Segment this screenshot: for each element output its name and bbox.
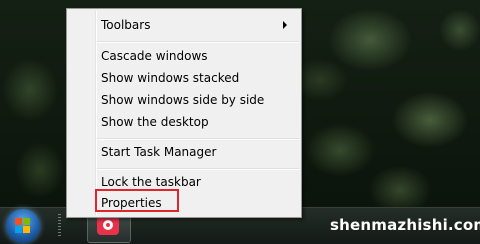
taskbar-context-menu: Toolbars Cascade windows Show windows st…: [66, 8, 302, 218]
menu-item-lock-the-taskbar[interactable]: Lock the taskbar: [101, 175, 201, 189]
menu-item-cascade-windows[interactable]: Cascade windows: [101, 49, 208, 63]
menu-separator: [97, 168, 299, 170]
menu-item-show-windows-stacked[interactable]: Show windows stacked: [101, 71, 239, 85]
menu-separator: [97, 41, 299, 43]
menu-separator: [97, 138, 299, 140]
menu-item-start-task-manager[interactable]: Start Task Manager: [101, 145, 216, 159]
properties-highlight-box: [95, 189, 179, 212]
taskbar-grip[interactable]: [58, 214, 61, 238]
start-button[interactable]: [6, 209, 40, 243]
windows-flag-icon: [15, 218, 31, 234]
menu-item-toolbars[interactable]: Toolbars: [101, 18, 150, 32]
menu-item-show-windows-side-by-side[interactable]: Show windows side by side: [101, 93, 264, 107]
menu-item-show-the-desktop[interactable]: Show the desktop: [101, 115, 209, 129]
watermark: shenmazhishi.com: [330, 216, 480, 234]
chevron-right-icon: [283, 21, 287, 29]
camera-app-icon: [97, 215, 119, 235]
